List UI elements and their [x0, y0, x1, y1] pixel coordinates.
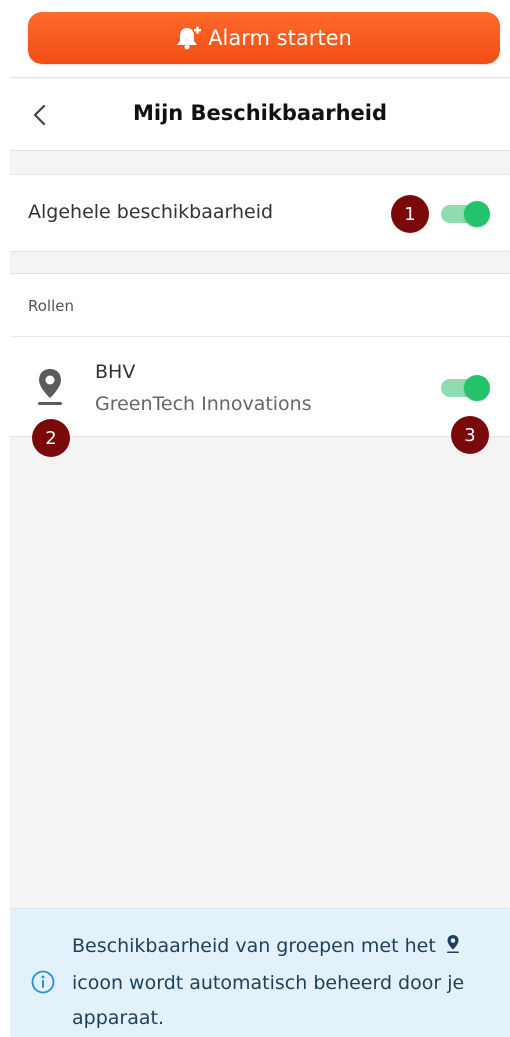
roles-heading: Rollen — [28, 297, 74, 315]
role-organization: GreenTech Innovations — [95, 393, 312, 415]
location-pin-icon — [446, 931, 460, 966]
role-name: BHV — [95, 361, 136, 383]
bell-plus-icon — [176, 26, 202, 50]
annotation-badge-2: 2 — [32, 419, 70, 457]
toggle-knob — [464, 201, 490, 227]
page-header: Mijn Beschikbaarheid — [10, 79, 510, 151]
info-text-part-2: icoon wordt automatisch beheerd door je … — [72, 972, 465, 1029]
overall-availability-toggle[interactable] — [441, 201, 491, 227]
info-text: Beschikbaarheid van groepen met het icoo… — [72, 929, 492, 1036]
annotation-badge-3: 3 — [451, 416, 489, 454]
roles-section-header: Rollen — [10, 273, 510, 337]
start-alarm-label: Alarm starten — [208, 26, 352, 50]
alarm-bar: Alarm starten — [10, 0, 510, 78]
page-title: Mijn Beschikbaarheid — [132, 101, 388, 125]
location-pin-icon — [36, 367, 64, 411]
app-screen: Alarm starten Mijn Beschikbaarheid Algeh… — [10, 0, 510, 1037]
info-icon — [30, 969, 56, 999]
overall-availability-label: Algehele beschikbaarheid — [28, 201, 274, 223]
info-text-part-1: Beschikbaarheid van groepen met het — [72, 935, 436, 957]
overall-availability-row: Algehele beschikbaarheid 1 — [10, 174, 510, 252]
role-item[interactable]: 2 BHV GreenTech Innovations 3 — [10, 337, 510, 457]
annotation-badge-1: 1 — [391, 195, 429, 233]
toggle-knob — [464, 375, 490, 401]
info-banner: Beschikbaarheid van groepen met het icoo… — [10, 908, 510, 1037]
start-alarm-button[interactable]: Alarm starten — [28, 12, 500, 64]
role-toggle[interactable] — [441, 375, 491, 401]
